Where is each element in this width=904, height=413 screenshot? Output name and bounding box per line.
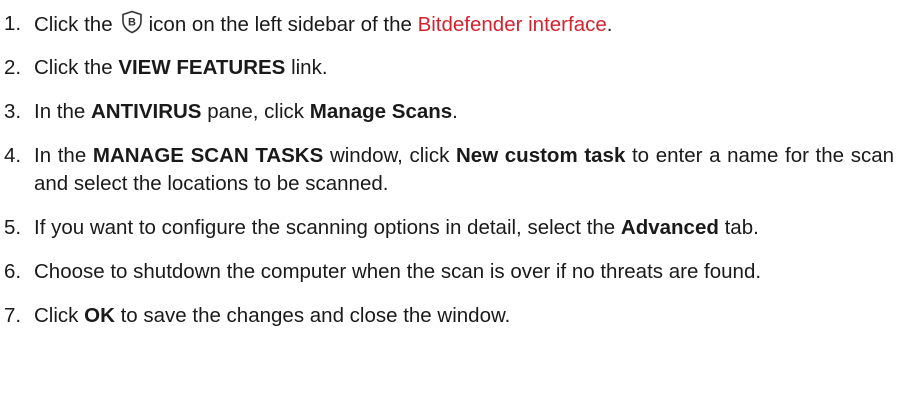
step-text-part: pane, click [207,100,305,123]
step-6: 6. Choose to shutdown the computer when … [4,258,894,286]
step-text-part: window, click [329,144,450,167]
step-1: 1. Click the Bicon on the left sidebar of… [4,10,894,38]
document-page: 1. Click the Bicon on the left sidebar of… [0,0,904,413]
step-emphasis: Advanced [620,216,719,239]
step-emphasis: Manage Scans [309,100,453,123]
step-4: 4. In the MANAGE SCAN TASKS window, clic… [4,142,894,198]
step-text-part: Click the [34,56,113,79]
step-text-part: In the [34,144,87,167]
step-text-part: link. [291,56,328,79]
step-text-part: icon on the left sidebar of the [148,13,412,36]
step-emphasis: OK [84,304,115,327]
step-emphasis: MANAGE SCAN TASKS [92,144,324,167]
step-text: Choose to shutdown the computer when the… [34,260,762,283]
step-text-part: In the [34,100,86,123]
steps-list: 1. Click the Bicon on the left sidebar of… [4,10,894,330]
step-text: If you want to configure the scanning op… [34,214,894,242]
step-text-part: Click the [34,13,113,36]
step-text: Click OK to save the changes and close t… [34,302,894,330]
step-text-part: . [606,13,613,36]
bitdefender-interface-link[interactable]: Bitdefender interface [418,13,607,36]
step-number: 5. [4,216,22,239]
bitdefender-shield-b-icon: B [121,10,143,42]
step-text-part: If you want to configure the scanning op… [34,216,616,239]
step-text-part: Click [34,304,79,327]
step-text: In the MANAGE SCAN TASKS window, click N… [34,142,894,198]
step-number: 6. [4,260,22,283]
step-text: In the ANTIVIRUS pane, click Manage Scan… [34,98,894,126]
step-emphasis: VIEW FEATURES [118,56,286,79]
step-text: Click the Bicon on the left sidebar of th… [34,10,894,38]
step-text-part: tab. [724,216,759,239]
step-text-part: . [452,100,458,123]
svg-text:B: B [128,17,136,29]
step-number: 1. [4,12,22,35]
step-number: 2. [4,56,22,79]
step-number: 7. [4,304,22,327]
step-5: 5. If you want to configure the scanning… [4,214,894,242]
step-7: 7. Click OK to save the changes and clos… [4,302,894,330]
step-2: 2. Click the VIEW FEATURES link. [4,54,894,82]
step-emphasis: New custom task [456,144,626,167]
step-text: Click the VIEW FEATURES link. [34,54,894,82]
step-number: 4. [4,144,22,167]
step-number: 3. [4,100,22,123]
step-emphasis: ANTIVIRUS [91,100,202,123]
step-text-part: to save the changes and close the window… [120,304,511,327]
step-3: 3. In the ANTIVIRUS pane, click Manage S… [4,98,894,126]
